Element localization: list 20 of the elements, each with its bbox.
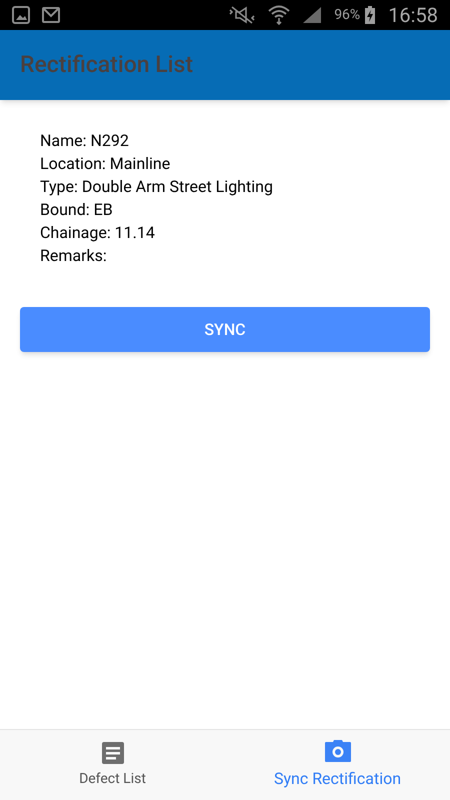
clock-time: 16:58 (388, 2, 438, 29)
battery-percent: 96% (334, 6, 360, 24)
detail-line: Location: Mainline (40, 153, 172, 175)
detail-line: Chainage: 11.14 (40, 222, 156, 244)
list-icon (100, 740, 124, 764)
app-bar-title: Rectification List (20, 50, 194, 80)
detail-line: Name: N292 (40, 130, 130, 152)
wifi-icon (268, 5, 290, 25)
battery-charging-icon (364, 5, 376, 25)
image-icon (12, 6, 30, 24)
camera-icon (324, 739, 352, 763)
bottom-tab[interactable]: Sync Rectification (225, 730, 450, 800)
mute-icon (228, 6, 256, 24)
detail-line: Type: Double Arm Street Lighting (40, 176, 274, 198)
signal-icon (302, 6, 322, 24)
detail-line: Bound: EB (40, 199, 114, 221)
detail-line: Remarks: (40, 245, 108, 267)
sync-button[interactable]: SYNC (20, 307, 430, 352)
bottom-tab[interactable]: Defect List (0, 730, 225, 800)
mail-icon (42, 7, 60, 23)
